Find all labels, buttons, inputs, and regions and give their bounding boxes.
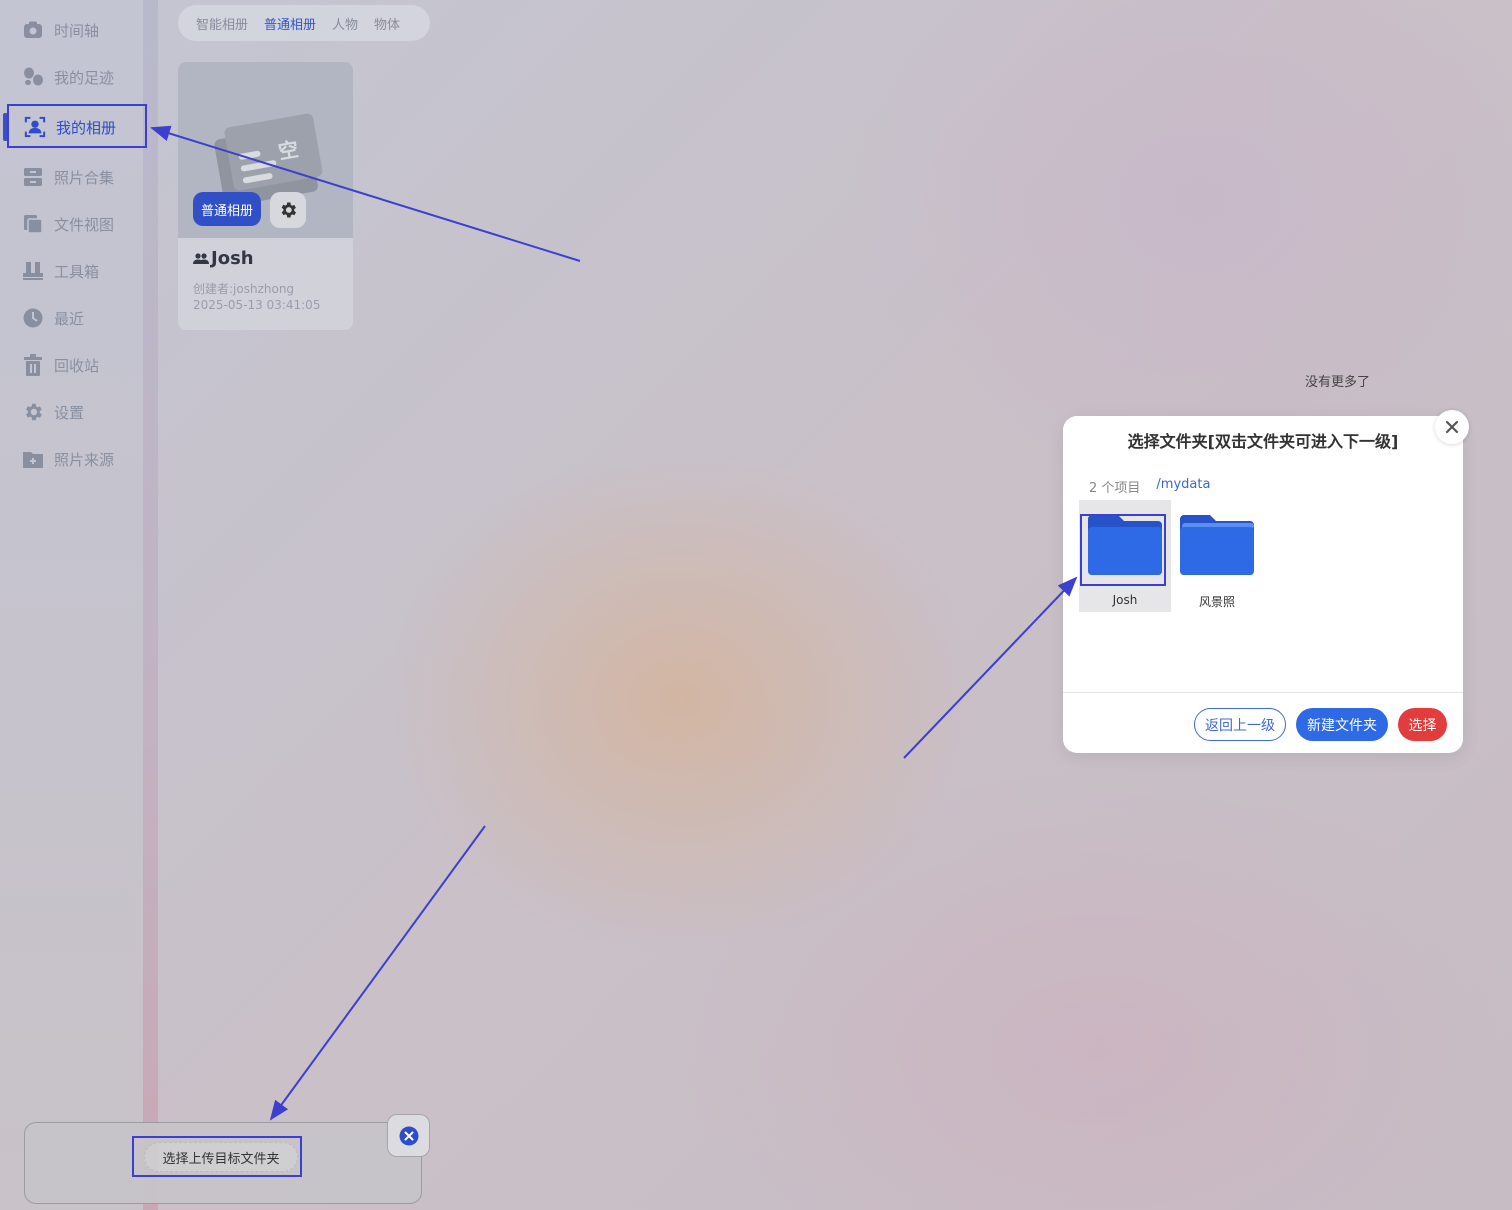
sidebar-item-file-view[interactable]: 文件视图 [22, 206, 140, 242]
sidebar-item-settings[interactable]: 设置 [22, 394, 140, 430]
folder-label: Josh [1112, 593, 1138, 607]
tab-people[interactable]: 人物 [332, 14, 358, 33]
tab-smart-albums[interactable]: 智能相册 [196, 14, 248, 33]
sidebar-item-label: 照片合集 [54, 168, 115, 187]
album-title: Josh [193, 248, 254, 269]
close-circle-icon [399, 1126, 418, 1145]
album-title-text: Josh [211, 248, 254, 269]
tab-objects[interactable]: 物体 [374, 14, 400, 33]
close-icon [1445, 420, 1459, 434]
files-icon [22, 213, 44, 235]
sidebar-divider [143, 0, 158, 1210]
new-folder-button[interactable]: 新建文件夹 [1296, 708, 1388, 741]
upload-panel-close-button[interactable] [387, 1114, 430, 1157]
annotation-box-upload-button [132, 1136, 302, 1177]
item-count: 2 个项目 [1089, 481, 1141, 496]
album-creator: 创建者:joshzhong [193, 282, 295, 296]
sidebar-item-label: 照片来源 [54, 450, 115, 469]
current-path[interactable]: /mydata [1156, 477, 1210, 496]
sidebar-item-trash[interactable]: 回收站 [22, 347, 140, 383]
dialog-info-bar: 2 个项目 /mydata [1089, 477, 1210, 496]
folder-label: 风景照 [1198, 595, 1235, 609]
dialog-close-button[interactable] [1435, 410, 1469, 444]
back-up-button[interactable]: 返回上一级 [1194, 708, 1286, 741]
annotation-box-my-albums [7, 104, 147, 148]
album-tabs: 智能相册 普通相册 人物 物体 [178, 5, 430, 41]
annotation-box-josh-folder [1080, 514, 1166, 586]
arrow-to-josh-folder [903, 576, 1078, 759]
gear-icon [281, 202, 296, 218]
sidebar-item-photo-sources[interactable]: 照片来源 [22, 441, 140, 477]
sidebar-item-timeline[interactable]: 时间轴 [22, 12, 140, 48]
dialog-title: 选择文件夹[双击文件夹可进入下一级] [1127, 432, 1399, 451]
album-card[interactable]: 空 普通相册 Josh 创建者:joshzhong 2025-05-13 03:… [178, 62, 353, 330]
cover-placeholder-text: 空 [276, 137, 300, 164]
footprints-icon [22, 66, 44, 88]
album-date: 2025-05-13 03:41:05 [193, 298, 321, 312]
sidebar-item-label: 回收站 [54, 356, 100, 375]
sidebar-item-label: 文件视图 [54, 215, 115, 234]
dialog-divider [1063, 692, 1463, 693]
sidebar-item-recent[interactable]: 最近 [22, 300, 140, 336]
sidebar-item-label: 工具箱 [54, 262, 100, 281]
folder-icon [1180, 515, 1254, 575]
timeline-icon [22, 19, 44, 41]
sidebar-item-label: 最近 [54, 309, 85, 328]
gear-icon [22, 401, 44, 423]
users-icon [193, 252, 209, 264]
collection-icon [22, 166, 44, 188]
sidebar-item-label: 设置 [54, 403, 85, 422]
album-type-badge[interactable]: 普通相册 [193, 192, 262, 226]
toolbox-icon [22, 260, 44, 282]
folder-add-icon [22, 448, 44, 470]
tab-normal-albums[interactable]: 普通相册 [264, 14, 316, 33]
sidebar-item-label: 时间轴 [54, 21, 100, 40]
trash-icon [22, 354, 44, 376]
sidebar: 时间轴 我的足迹 我的相册 照片合集 文件视图 工具箱 最近 回收站 设置 照片… [0, 0, 143, 1210]
sidebar-item-toolbox[interactable]: 工具箱 [22, 253, 140, 289]
sidebar-item-collections[interactable]: 照片合集 [22, 159, 140, 195]
clock-icon [22, 307, 44, 329]
sidebar-item-label: 我的足迹 [54, 68, 115, 87]
album-settings-button[interactable] [270, 192, 306, 228]
no-more-text: 没有更多了 [1305, 375, 1371, 390]
arrow-to-upload-button [269, 825, 486, 1121]
sidebar-item-footprints[interactable]: 我的足迹 [22, 59, 140, 95]
select-button[interactable]: 选择 [1398, 708, 1447, 741]
folder-item-scenery[interactable]: 风景照 [1171, 500, 1263, 612]
